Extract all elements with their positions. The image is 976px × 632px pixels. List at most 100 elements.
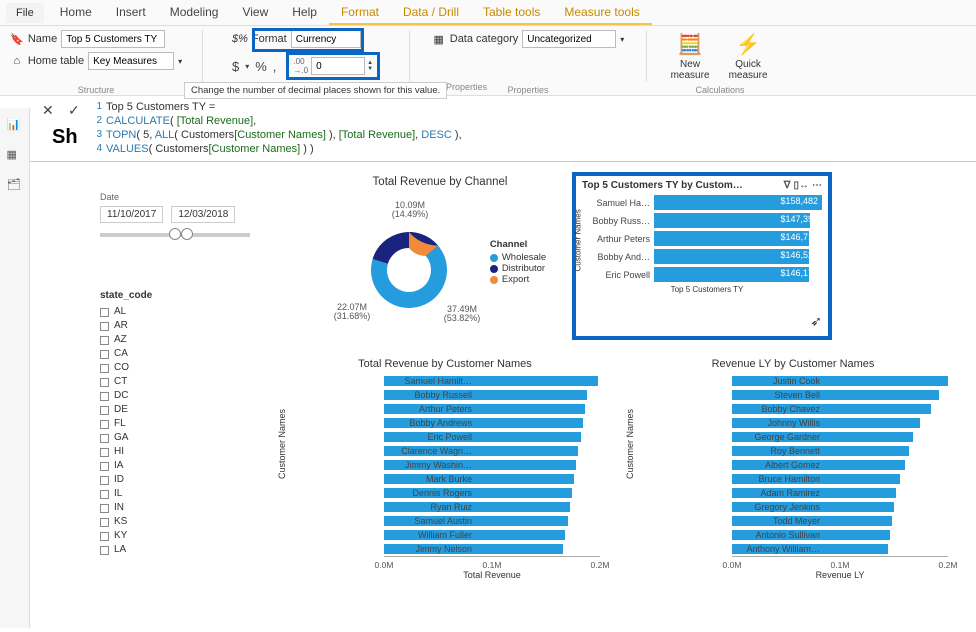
checkbox-icon[interactable]: [100, 420, 109, 429]
chevron-down-icon[interactable]: ▾: [620, 35, 624, 44]
state-item-co[interactable]: CO: [100, 361, 250, 375]
new-measure-button[interactable]: 🧮New measure: [665, 30, 715, 83]
checkbox-icon[interactable]: [100, 336, 109, 345]
tab-help[interactable]: Help: [280, 1, 329, 25]
state-item-ct[interactable]: CT: [100, 375, 250, 389]
bar-left-title: Total Revenue by Customer Names: [290, 358, 600, 370]
checkbox-icon[interactable]: [100, 378, 109, 387]
checkbox-icon[interactable]: [100, 518, 109, 527]
tab-format[interactable]: Format: [329, 1, 391, 25]
state-item-ks[interactable]: KS: [100, 515, 250, 529]
filter-icon[interactable]: ∇: [784, 180, 791, 191]
tab-insert[interactable]: Insert: [104, 1, 158, 25]
state-item-id[interactable]: ID: [100, 473, 250, 487]
formula-editor[interactable]: 1Top 5 Customers TY =2CALCULATE( [Total …: [92, 96, 976, 161]
cancel-formula-button[interactable]: ✕: [42, 102, 58, 118]
legend-item[interactable]: Export: [490, 274, 546, 285]
bar-row: Antonio Sullivan: [732, 528, 948, 542]
bar-row: Mark Burke: [384, 472, 600, 486]
tab-table-tools[interactable]: Table tools: [471, 1, 552, 25]
bar-row: Samuel Hamilt…: [384, 374, 600, 388]
bar-row: Gregory Jenkins: [732, 500, 948, 514]
state-item-dc[interactable]: DC: [100, 389, 250, 403]
report-view-icon[interactable]: 📊: [7, 118, 23, 134]
checkbox-icon[interactable]: [100, 392, 109, 401]
data-view-icon[interactable]: ▦: [7, 148, 23, 164]
thousands-button[interactable]: ,: [273, 59, 277, 74]
checkbox-icon[interactable]: [100, 462, 109, 471]
tab-file[interactable]: File: [6, 3, 44, 23]
measure-name-input[interactable]: [61, 30, 165, 48]
checkbox-icon[interactable]: [100, 308, 109, 317]
top5-x-axis-title: Top 5 Customers TY: [592, 285, 822, 294]
state-slicer[interactable]: state_code ALARAZCACOCTDCDEFLGAHIIAIDILI…: [100, 290, 250, 557]
data-category-dropdown[interactable]: [522, 30, 616, 48]
slider-handle-left[interactable]: [169, 228, 181, 240]
checkbox-icon[interactable]: [100, 546, 109, 555]
decimal-places-spinner[interactable]: .00→.0 ▲▼: [286, 52, 380, 80]
focus-mode-icon[interactable]: ▯↔: [793, 180, 809, 191]
legend-item[interactable]: Wholesale: [490, 252, 546, 263]
spin-down-icon[interactable]: ▼: [367, 66, 373, 72]
checkbox-icon[interactable]: [100, 532, 109, 541]
chevron-down-icon[interactable]: ▾: [178, 57, 182, 66]
commit-formula-button[interactable]: ✓: [68, 102, 84, 118]
bar-chart-revenue-ty[interactable]: Total Revenue by Customer Names Customer…: [290, 358, 600, 580]
state-item-ga[interactable]: GA: [100, 431, 250, 445]
bar-row: Jimmy Washin…: [384, 458, 600, 472]
checkbox-icon[interactable]: [100, 350, 109, 359]
state-item-az[interactable]: AZ: [100, 333, 250, 347]
bar-row: Bobby Chavez: [732, 402, 948, 416]
tab-data-drill[interactable]: Data / Drill: [391, 1, 471, 25]
checkbox-icon[interactable]: [100, 322, 109, 331]
state-item-al[interactable]: AL: [100, 305, 250, 319]
top5-visual[interactable]: Top 5 Customers TY by Custom… ∇ ▯↔ ⋯ Cus…: [572, 172, 832, 340]
checkbox-icon[interactable]: [100, 364, 109, 373]
state-item-ar[interactable]: AR: [100, 319, 250, 333]
checkbox-icon[interactable]: [100, 490, 109, 499]
home-table-input[interactable]: [88, 52, 174, 70]
state-item-de[interactable]: DE: [100, 403, 250, 417]
bar-row: Roy Bennett: [732, 444, 948, 458]
group-label-properties-hint: Properties: [446, 82, 487, 92]
checkbox-icon[interactable]: [100, 476, 109, 485]
state-item-la[interactable]: LA: [100, 543, 250, 557]
quick-measure-button[interactable]: ⚡Quick measure: [721, 30, 775, 83]
ribbon-divider: [646, 30, 647, 82]
bar-chart-revenue-ly[interactable]: Revenue LY by Customer Names Customer Na…: [638, 358, 948, 580]
bar-row: George Gardner: [732, 430, 948, 444]
tab-home[interactable]: Home: [48, 1, 104, 25]
more-options-icon[interactable]: ⋯: [812, 180, 822, 191]
decimal-places-input[interactable]: [311, 57, 365, 75]
state-item-il[interactable]: IL: [100, 487, 250, 501]
currency-button[interactable]: $: [232, 59, 239, 74]
checkbox-icon[interactable]: [100, 504, 109, 513]
legend-item[interactable]: Distributor: [490, 263, 546, 274]
tab-modeling[interactable]: Modeling: [158, 1, 231, 25]
bar-row: Steven Bell: [732, 388, 948, 402]
state-item-ky[interactable]: KY: [100, 529, 250, 543]
model-view-icon[interactable]: 🗂: [7, 178, 23, 194]
date-to[interactable]: 12/03/2018: [171, 206, 235, 223]
view-rail: 📊 ▦ 🗂: [0, 108, 30, 628]
date-slider-track[interactable]: [100, 233, 250, 237]
donut-chart[interactable]: Total Revenue by Channel 10.09M (14.49%)…: [290, 176, 590, 332]
percent-button[interactable]: %: [255, 59, 267, 74]
date-slicer[interactable]: Date 11/10/2017 12/03/2018: [100, 192, 250, 237]
date-from[interactable]: 11/10/2017: [100, 206, 163, 223]
state-item-fl[interactable]: FL: [100, 417, 250, 431]
state-item-ca[interactable]: CA: [100, 347, 250, 361]
checkbox-icon[interactable]: [100, 434, 109, 443]
top5-row: Bobby Russ…$147,393: [592, 213, 822, 228]
tab-measure-tools[interactable]: Measure tools: [552, 1, 651, 25]
checkbox-icon[interactable]: [100, 406, 109, 415]
state-item-ia[interactable]: IA: [100, 459, 250, 473]
state-item-hi[interactable]: HI: [100, 445, 250, 459]
slider-handle-right[interactable]: [181, 228, 193, 240]
checkbox-icon[interactable]: [100, 448, 109, 457]
tab-view[interactable]: View: [230, 1, 280, 25]
x-tick: 0.1M: [831, 560, 850, 570]
bar-right-title: Revenue LY by Customer Names: [638, 358, 948, 370]
bar-row: Samuel Austin: [384, 514, 600, 528]
state-item-in[interactable]: IN: [100, 501, 250, 515]
